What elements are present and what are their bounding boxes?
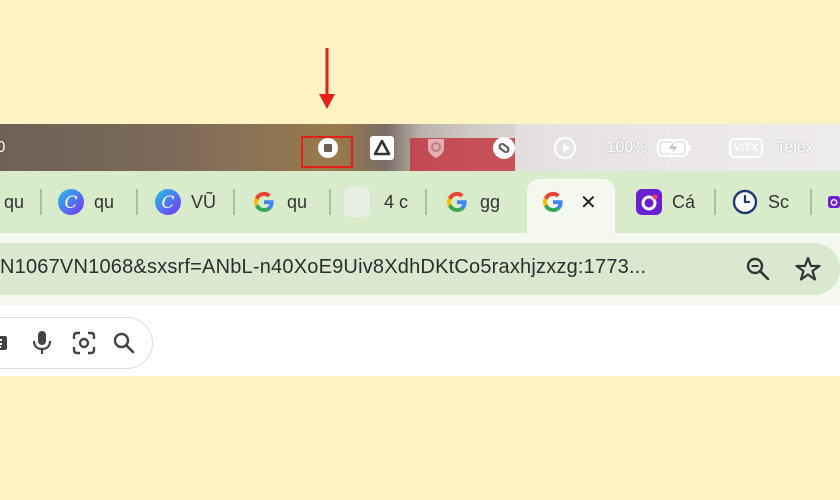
canva-icon: C [155,189,181,215]
zoom-icon[interactable] [745,256,771,282]
red-arrow-annotation [319,48,335,109]
battery-charging-icon[interactable] [656,124,694,171]
bookmark-star-icon[interactable] [794,255,822,283]
tab-6[interactable]: gg [444,179,508,225]
input-method-label[interactable]: Telex [770,124,820,171]
tab-separator [425,189,427,215]
google-drive-icon[interactable] [368,124,396,171]
google-icon [540,189,566,215]
tab-4[interactable]: qu [251,179,313,225]
menubar-leading-item[interactable]: 0 [0,124,8,171]
tab-5[interactable]: 4 c [344,179,414,225]
svg-text:C: C [161,193,174,213]
address-bar-url[interactable]: N1067VN1068&sxsrf=ANbL-n40XoE9Uiv8XdhDKt… [0,256,646,279]
shazam-icon[interactable] [490,124,518,171]
tab-separator [329,189,331,215]
tab-separator [810,189,812,215]
tab-separator [233,189,235,215]
tab-separator [714,189,716,215]
shield-app-icon[interactable] [422,124,450,171]
canva-icon: C [58,189,84,215]
svg-text:C: C [64,193,77,213]
tab-10-partial[interactable] [828,179,840,225]
tab-separator [40,189,42,215]
blank-favicon [344,187,370,217]
google-icon [444,189,470,215]
tab-active-google[interactable]: ✕ [540,179,597,225]
tab-separator [136,189,138,215]
app-icon [828,189,840,215]
tab-8[interactable]: Cá [636,179,698,225]
microphone-icon[interactable] [29,330,55,356]
keyboard-icon[interactable] [0,330,12,356]
tab-2[interactable]: C qu [58,179,120,225]
input-method-badge[interactable]: VITX [728,124,764,171]
macos-menu-bar: 0 100% VITX Telex [0,124,840,171]
close-icon[interactable]: ✕ [580,190,597,215]
tab-1[interactable]: qu [0,179,26,225]
highlight-box-annotation [301,136,353,168]
play-icon[interactable] [551,124,579,171]
app-icon [636,189,662,215]
search-icon[interactable] [111,330,137,356]
google-lens-icon[interactable] [71,330,97,356]
battery-percentage: 100% [606,138,648,156]
tab-9[interactable]: Sc [732,179,794,225]
google-icon [251,189,277,215]
tab-3[interactable]: C VŨ [155,179,219,225]
clock-icon [732,189,758,215]
